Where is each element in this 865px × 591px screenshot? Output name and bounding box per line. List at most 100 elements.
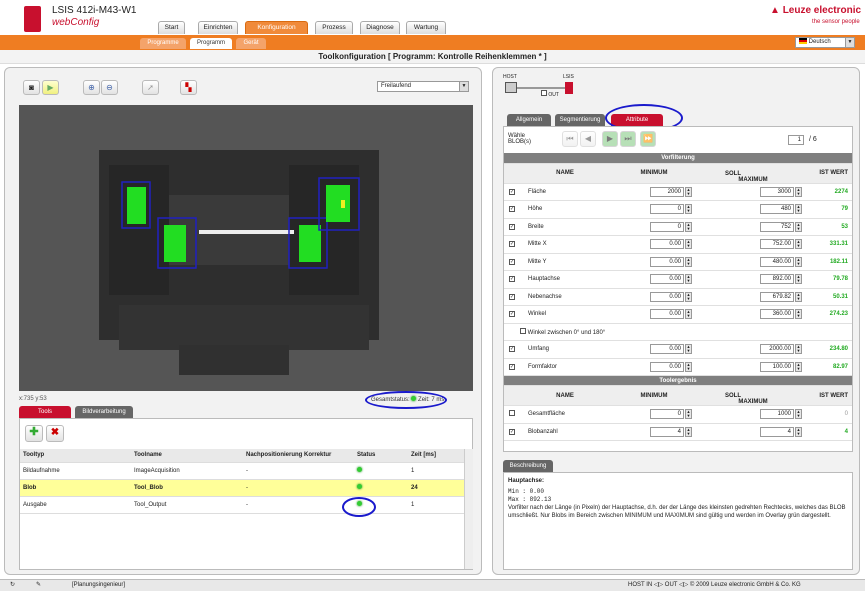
tab-prozess[interactable]: Prozess <box>315 21 353 34</box>
refresh-icon[interactable]: ↻ <box>10 580 15 591</box>
min-field[interactable]: 0 ▲ ▼ <box>610 200 698 219</box>
spinner-icon[interactable]: ▲ ▼ <box>795 409 802 420</box>
spinner-icon[interactable]: ▲ ▼ <box>795 221 802 232</box>
row-checkbox[interactable]: ✓ <box>509 428 515 435</box>
mode-select[interactable]: Freilaufend ▼ <box>377 81 469 92</box>
spinner-icon[interactable]: ▲ ▼ <box>795 239 802 250</box>
spinner-icon[interactable]: ▲ ▼ <box>685 291 692 302</box>
spinner-icon[interactable]: ▲ ▼ <box>685 309 692 320</box>
last-blob-button[interactable]: ⏭ <box>620 131 636 147</box>
zoom-out-button[interactable]: ⊖ <box>101 80 118 95</box>
row-checkbox[interactable]: ✓ <box>509 206 515 213</box>
tab-beschreibung[interactable]: Beschreibung <box>503 460 553 472</box>
max-field[interactable]: 1000 ▲ ▼ <box>698 405 808 424</box>
min-field[interactable]: 0 ▲ ▼ <box>610 405 698 424</box>
max-field[interactable]: 752 ▲ ▼ <box>698 218 808 236</box>
min-field[interactable]: 0.00 ▲ ▼ <box>610 340 698 359</box>
max-field[interactable]: 480.00 ▲ ▼ <box>698 253 808 271</box>
prev-blob-button[interactable]: ◀ <box>580 131 596 147</box>
play-button[interactable]: ▶ <box>42 80 59 95</box>
min-field[interactable]: 0.00 ▲ ▼ <box>610 305 698 324</box>
table-row-selected[interactable]: Blob Tool_Blob - 24 <box>20 479 464 497</box>
spinner-icon[interactable]: ▲ ▼ <box>685 409 692 420</box>
max-field[interactable]: 3000 ▲ ▼ <box>698 183 808 201</box>
max-field[interactable]: 679.82 ▲ ▼ <box>698 288 808 306</box>
tab-bildverarbeitung[interactable]: Bildverarbeitung <box>75 406 133 418</box>
subtab-programm[interactable]: Programm <box>190 38 232 49</box>
max-field[interactable]: 100.00 ▲ ▼ <box>698 358 808 376</box>
winkel-checkbox[interactable] <box>520 327 526 334</box>
min-field[interactable]: 2000 ▲ ▼ <box>610 183 698 201</box>
min-field[interactable]: 0.00 ▲ ▼ <box>610 270 698 289</box>
spinner-icon[interactable]: ▲ ▼ <box>795 256 802 267</box>
max-field[interactable]: 892.00 ▲ ▼ <box>698 270 808 289</box>
row-checkbox[interactable]: ✓ <box>509 293 515 300</box>
max-field[interactable]: 480 ▲ ▼ <box>698 200 808 219</box>
spinner-icon[interactable]: ▲ ▼ <box>795 204 802 215</box>
blob-index-input[interactable]: 1 <box>788 135 804 145</box>
table-row[interactable]: Bildaufnahme ImageAcquisition - 1 <box>20 462 464 480</box>
row-checkbox[interactable] <box>509 410 515 417</box>
spinner-icon[interactable]: ▲ ▼ <box>685 426 692 437</box>
first-blob-button[interactable]: ⏮ <box>562 131 578 147</box>
min-field[interactable]: 0 ▲ ▼ <box>610 218 698 236</box>
spinner-icon[interactable]: ▲ ▼ <box>685 239 692 250</box>
overlay-button[interactable]: ▚ <box>180 80 197 95</box>
row-checkbox[interactable]: ✓ <box>509 241 515 248</box>
spinner-icon[interactable]: ▲ ▼ <box>795 426 802 437</box>
language-select[interactable]: Deutsch ▼ <box>795 37 855 48</box>
max-field[interactable]: 4 ▲ ▼ <box>698 423 808 441</box>
subtab-geraet[interactable]: Gerät <box>236 38 266 49</box>
row-checkbox[interactable]: ✓ <box>509 346 515 353</box>
tab-einrichten[interactable]: Einrichten <box>198 21 238 34</box>
row-checkbox[interactable]: ✓ <box>509 276 515 283</box>
spinner-icon[interactable]: ▲ ▼ <box>685 256 692 267</box>
tab-konfiguration[interactable]: Konfiguration <box>245 21 308 34</box>
tab-diagnose[interactable]: Diagnose <box>360 21 400 34</box>
delete-tool-button[interactable]: ✖ <box>46 425 64 442</box>
spinner-icon[interactable]: ▲ ▼ <box>685 361 692 372</box>
next-blob-button[interactable]: ▶ <box>602 131 618 147</box>
spinner-icon[interactable]: ▲ ▼ <box>685 204 692 215</box>
spinner-icon[interactable]: ▲ ▼ <box>795 186 802 197</box>
spinner-icon[interactable]: ▲ ▼ <box>795 344 802 355</box>
spinner-icon[interactable]: ▲ ▼ <box>795 291 802 302</box>
camera-button[interactable]: ◙ <box>23 80 40 95</box>
max-field[interactable]: 360.00 ▲ ▼ <box>698 305 808 324</box>
tab-tools[interactable]: Tools <box>19 406 71 418</box>
zoom-in-button[interactable]: ⊕ <box>83 80 100 95</box>
max-field[interactable]: 2000.00 ▲ ▼ <box>698 340 808 359</box>
table-row[interactable]: Ausgabe Tool_Output - 1 <box>20 496 464 514</box>
row-checkbox[interactable]: ✓ <box>509 258 515 265</box>
camera-image[interactable] <box>19 105 473 391</box>
tab-start[interactable]: Start <box>158 21 185 34</box>
min-field[interactable]: 0.00 ▲ ▼ <box>610 358 698 376</box>
spinner-icon[interactable]: ▲ ▼ <box>685 221 692 232</box>
all-blob-button[interactable]: ⏩ <box>640 131 656 147</box>
tab-segmentierung[interactable]: Segmentierung <box>555 114 605 126</box>
max-field[interactable]: 752.00 ▲ ▼ <box>698 235 808 254</box>
row-checkbox[interactable]: ✓ <box>509 223 515 230</box>
spinner-icon[interactable]: ▲ ▼ <box>685 186 692 197</box>
spinner-icon[interactable]: ▲ ▼ <box>795 309 802 320</box>
scrollbar[interactable] <box>464 449 473 569</box>
spinner-icon[interactable]: ▲ ▼ <box>685 274 692 285</box>
min-field[interactable]: 0.00 ▲ ▼ <box>610 235 698 254</box>
ist-value: 274.23 <box>808 305 852 324</box>
spinner-icon[interactable]: ▲ ▼ <box>685 344 692 355</box>
pencil-icon[interactable]: ✎ <box>36 580 41 591</box>
spinner-icon[interactable]: ▲ ▼ <box>795 361 802 372</box>
out-checkbox[interactable]: OUT <box>541 90 559 98</box>
add-tool-button[interactable]: ✚ <box>25 425 43 442</box>
subtab-programme[interactable]: Programme <box>140 38 186 49</box>
row-checkbox[interactable]: ✓ <box>509 188 515 195</box>
row-checkbox[interactable]: ✓ <box>509 311 515 318</box>
spinner-icon[interactable]: ▲ ▼ <box>795 274 802 285</box>
min-field[interactable]: 0.00 ▲ ▼ <box>610 288 698 306</box>
tab-wartung[interactable]: Wartung <box>406 21 446 34</box>
min-field[interactable]: 0.00 ▲ ▼ <box>610 253 698 271</box>
tab-allgemein[interactable]: Allgemein <box>507 114 551 126</box>
pointer-button[interactable]: ➚ <box>142 80 159 95</box>
min-field[interactable]: 4 ▲ ▼ <box>610 423 698 441</box>
row-checkbox[interactable]: ✓ <box>509 363 515 370</box>
